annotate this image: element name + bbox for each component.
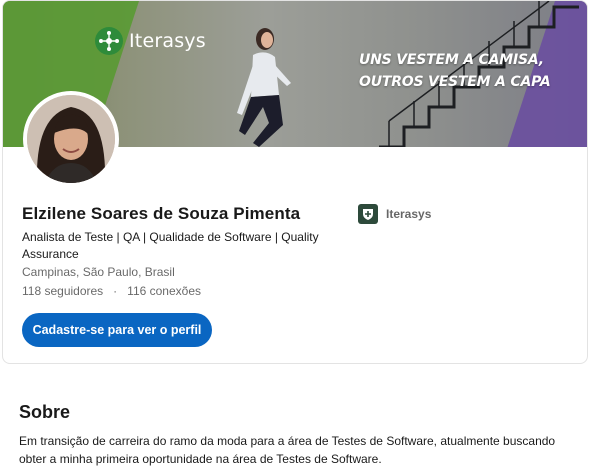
company-name: Iterasys — [386, 207, 432, 221]
profile-name: Elzilene Soares de Souza Pimenta — [22, 204, 301, 223]
signup-to-view-profile-button[interactable]: Cadastre-se para ver o perfil — [22, 313, 212, 347]
profile-headline: Analista de Teste | QA | Qualidade de So… — [22, 230, 319, 261]
connections-count: 116 conexões — [127, 284, 202, 298]
profile-location: Campinas, São Paulo, Brasil — [22, 265, 175, 279]
profile-stats: 118 seguidores · 116 conexões — [22, 284, 201, 298]
profile-card: Iterasys UNS VESTEM A CAMISA, OUTROS VES… — [2, 0, 588, 364]
banner-brand-logo: Iterasys — [95, 27, 206, 55]
banner-brand-name: Iterasys — [129, 30, 206, 52]
current-company[interactable]: Iterasys — [358, 204, 431, 224]
followers-count: 118 seguidores — [22, 284, 104, 298]
banner-slogan: UNS VESTEM A CAMISA, OUTROS VESTEM A CAP… — [359, 49, 551, 93]
slogan-line-1: UNS VESTEM A CAMISA, — [359, 52, 544, 68]
profile-avatar[interactable] — [23, 91, 119, 187]
about-section-text: Em transição de carreira do ramo da moda… — [19, 434, 556, 466]
stats-separator: · — [113, 284, 118, 298]
shield-logo-icon — [358, 204, 378, 224]
about-section-title: Sobre — [19, 402, 71, 422]
iterasys-logo-icon — [95, 27, 123, 55]
slogan-line-2: OUTROS VESTEM A CAPA — [359, 74, 551, 90]
walking-woman-illustration — [237, 28, 291, 147]
